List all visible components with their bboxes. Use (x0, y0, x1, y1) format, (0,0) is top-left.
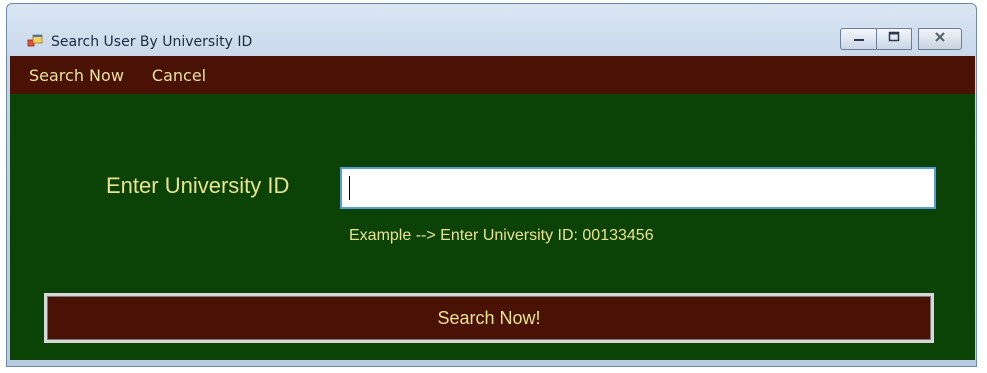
caption-buttons (840, 28, 962, 50)
menu-bar: Search Now Cancel (10, 56, 975, 94)
university-id-input[interactable] (340, 167, 936, 209)
close-button[interactable] (918, 28, 962, 50)
menu-item-cancel[interactable]: Cancel (138, 66, 220, 85)
window-title: Search User By University ID (51, 34, 253, 50)
minimize-icon (852, 30, 866, 48)
search-now-button[interactable]: Search Now! (44, 293, 934, 343)
app-window-icon (27, 34, 43, 50)
close-icon (933, 30, 947, 48)
university-id-label: Enter University ID (106, 173, 290, 198)
form-area: Enter University ID Example --> Enter Un… (10, 94, 975, 360)
menu-item-search-now[interactable]: Search Now (10, 66, 138, 85)
title-bar[interactable]: Search User By University ID (7, 4, 976, 56)
text-caret (349, 176, 350, 200)
maximize-icon (887, 30, 901, 48)
minimize-button[interactable] (840, 28, 876, 50)
example-hint: Example --> Enter University ID: 0013345… (349, 227, 654, 244)
button-inner-border (47, 296, 931, 340)
maximize-button[interactable] (876, 28, 912, 50)
